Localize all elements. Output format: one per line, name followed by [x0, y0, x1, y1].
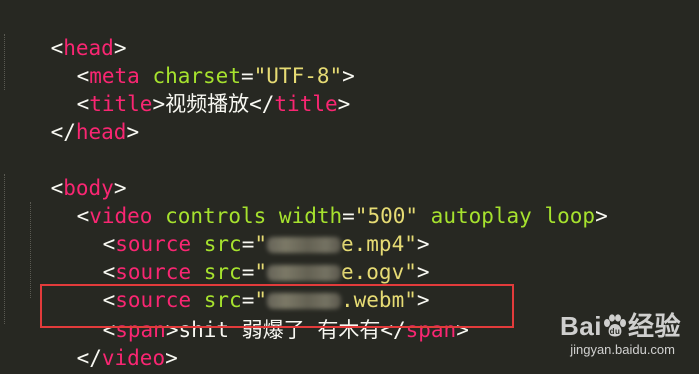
tag-name: video [101, 346, 166, 370]
tag-name: title [274, 92, 338, 116]
code-editor[interactable]: <head> <meta charset="UTF-8"> <title>视频播… [0, 0, 699, 374]
highlight-box [40, 284, 514, 328]
title-text: 视频播放 [165, 92, 250, 116]
watermark-logo: Bai du 经验 [560, 306, 681, 343]
svg-text:du: du [610, 327, 621, 336]
baidu-jingyan-watermark: Bai du 经验 jingyan.baidu.com [515, 306, 685, 366]
attribute-name: autoplay [430, 204, 532, 228]
tag-name: head [75, 120, 127, 144]
code-line-source-webm: <source src=" .webm"> [102, 288, 430, 312]
code-line-meta: <meta charset="UTF-8"> [76, 64, 355, 88]
watermark-logo-text: Bai [560, 311, 602, 341]
code-line-video-open: <video controls width="500" autoplay loo… [76, 204, 608, 228]
watermark-logo-text: 经验 [627, 311, 681, 341]
code-line-source-mp4: <source src=" e.mp4"> [102, 232, 430, 256]
code-line-title: <title>视频播放</title> [76, 92, 351, 116]
watermark-url: jingyan.baidu.com [570, 342, 675, 357]
paw-icon: du [603, 314, 626, 337]
code-line-body-open: <body> [50, 176, 127, 200]
code-line-head-open: <head> [50, 36, 127, 60]
attribute-name: loop [544, 204, 596, 228]
code-line-source-ogv: <source src=" e.ogv"> [102, 260, 430, 284]
code-line-head-close: </head> [50, 120, 140, 144]
